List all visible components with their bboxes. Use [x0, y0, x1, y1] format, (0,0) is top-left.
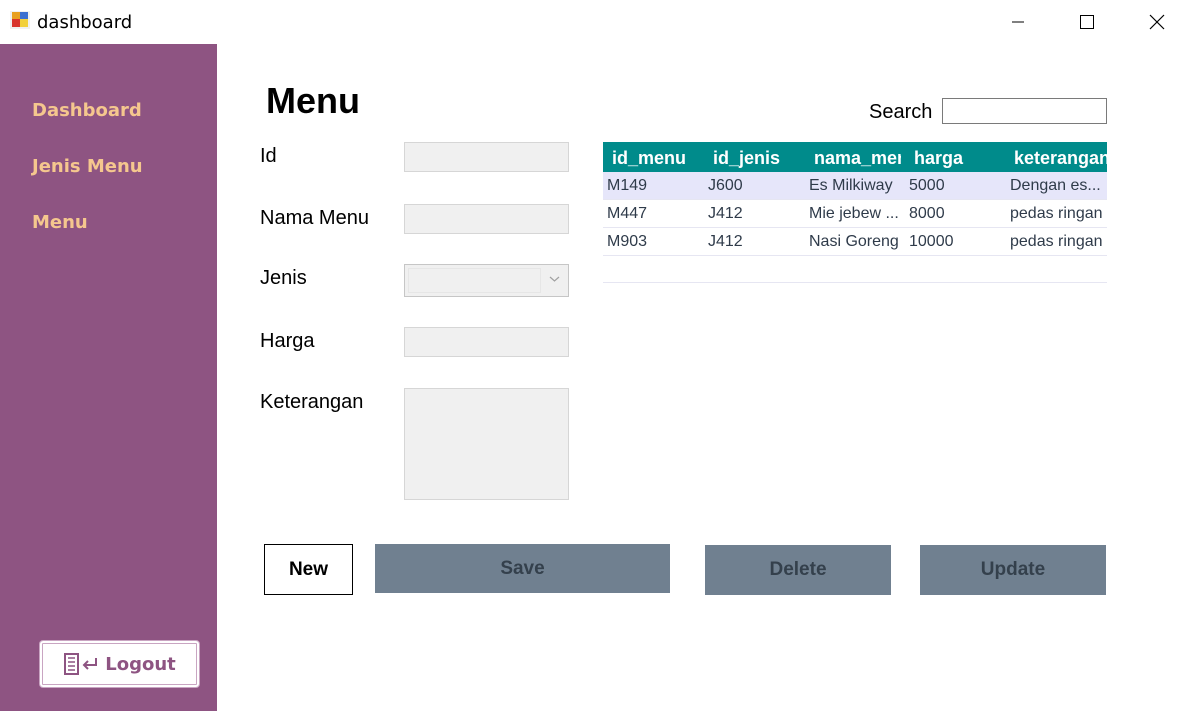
title-bar: dashboard: [0, 0, 1192, 44]
table-cell: Nasi Goreng: [809, 233, 899, 250]
table-cell: J412: [708, 205, 743, 222]
grid-header: id_menu id_jenis nama_menu harga keteran…: [603, 142, 1107, 172]
table-cell: J600: [708, 177, 743, 194]
table-row[interactable]: M903 J412 Nasi Goreng 10000 pedas ringan: [603, 228, 1107, 256]
column-header-id-menu[interactable]: id_menu: [612, 148, 706, 169]
table-cell: 10000: [909, 233, 954, 250]
jenis-combobox[interactable]: [404, 264, 569, 297]
maximize-button[interactable]: [1052, 0, 1122, 44]
close-button[interactable]: [1122, 0, 1192, 44]
logout-label: Logout: [105, 653, 176, 675]
sidebar-item-dashboard[interactable]: Dashboard: [32, 100, 142, 121]
keterangan-label: Keterangan: [260, 391, 364, 413]
table-cell: pedas ringan: [1010, 233, 1103, 250]
delete-button[interactable]: Delete: [705, 545, 891, 595]
close-icon: [1149, 14, 1165, 30]
search-input[interactable]: [942, 98, 1107, 124]
logout-button[interactable]: Logout: [39, 640, 200, 688]
save-button[interactable]: Save: [375, 544, 670, 593]
update-button[interactable]: Update: [920, 545, 1106, 595]
column-header-keterangan[interactable]: keterangan: [1014, 148, 1107, 169]
minimize-icon: [1012, 21, 1024, 23]
table-cell: 8000: [909, 205, 945, 222]
table-cell: M903: [607, 233, 648, 250]
nama-menu-field[interactable]: [404, 204, 569, 234]
minimize-button[interactable]: [983, 0, 1053, 44]
column-header-harga[interactable]: harga: [914, 148, 1006, 169]
id-field[interactable]: [404, 142, 569, 172]
table-cell: Es Milkiway: [809, 177, 893, 194]
table-cell: J412: [708, 233, 743, 250]
menu-data-grid[interactable]: id_menu id_jenis nama_menu harga keteran…: [603, 142, 1107, 284]
table-cell: M447: [607, 205, 648, 222]
table-cell: 5000: [909, 177, 945, 194]
column-header-nama-menu[interactable]: nama_menu: [814, 148, 901, 169]
table-cell: Dengan es...: [1010, 177, 1101, 194]
grid-bottom-border: [603, 282, 1107, 283]
jenis-label: Jenis: [260, 267, 307, 289]
table-cell: M149: [607, 177, 648, 194]
table-row[interactable]: M447 J412 Mie jebew ... 8000 pedas ringa…: [603, 200, 1107, 228]
table-row[interactable]: M149 J600 Es Milkiway 5000 Dengan es...: [603, 172, 1107, 200]
column-header-id-jenis[interactable]: id_jenis: [713, 148, 805, 169]
sidebar: Dashboard Jenis Menu Menu Logout: [0, 44, 217, 711]
jenis-combobox-text: [408, 268, 541, 293]
keterangan-textarea[interactable]: [404, 388, 569, 500]
sidebar-item-jenis-menu[interactable]: Jenis Menu: [32, 156, 143, 177]
maximize-icon: [1080, 15, 1094, 29]
id-label: Id: [260, 145, 277, 167]
table-cell: Mie jebew ...: [809, 205, 899, 222]
nama-menu-label: Nama Menu: [260, 207, 369, 229]
page-title: Menu: [266, 80, 360, 121]
search-label: Search: [869, 101, 933, 123]
sidebar-item-menu[interactable]: Menu: [32, 212, 88, 233]
chevron-down-icon: [549, 276, 560, 282]
window-title: dashboard: [37, 12, 133, 33]
table-cell: pedas ringan: [1010, 205, 1103, 222]
harga-label: Harga: [260, 330, 315, 352]
door-exit-icon: [64, 653, 98, 675]
harga-field[interactable]: [404, 327, 569, 357]
app-window-icon: [10, 11, 30, 29]
new-button[interactable]: New: [264, 544, 353, 595]
